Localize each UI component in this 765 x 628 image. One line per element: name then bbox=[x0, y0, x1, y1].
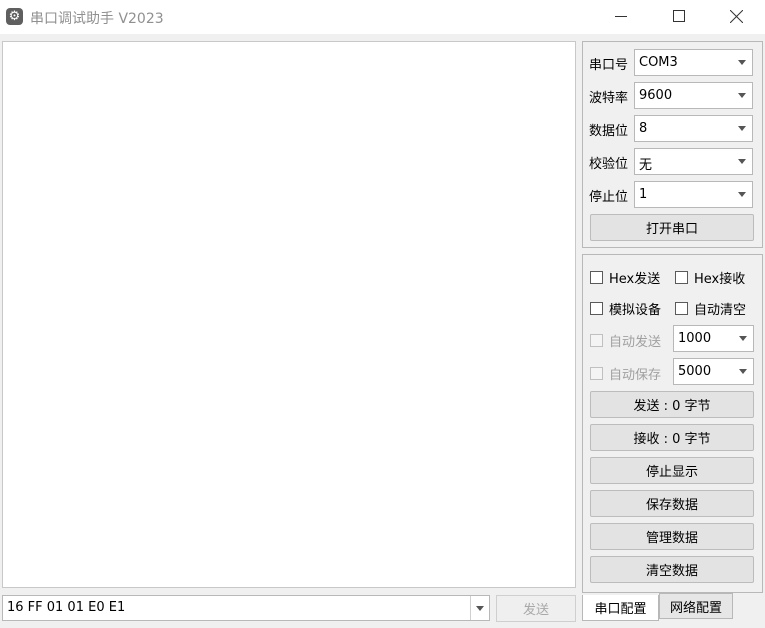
auto-save-checkbox[interactable]: 自动保存 bbox=[590, 364, 661, 383]
baud-select-value: 9600 bbox=[639, 88, 673, 103]
data-bits-select[interactable]: 8 bbox=[634, 115, 753, 142]
port-label: 串口号 bbox=[589, 58, 629, 73]
baud-select[interactable]: 9600 bbox=[634, 82, 753, 109]
port-select[interactable]: COM3 bbox=[634, 49, 753, 76]
hex-receive-label: Hex接收 bbox=[694, 272, 746, 287]
title-bar: ⚙ 串口调试助手 V2023 bbox=[0, 0, 765, 34]
chevron-down-icon bbox=[733, 326, 753, 351]
auto-save-interval-select[interactable]: 5000 bbox=[673, 358, 754, 385]
sent-count-button[interactable]: 发送 : 0 字节 bbox=[590, 391, 754, 418]
send-input-value: 16 FF 01 01 E0 E1 bbox=[7, 600, 126, 615]
auto-save-interval-value: 5000 bbox=[678, 364, 712, 379]
save-data-button[interactable]: 保存数据 bbox=[590, 490, 754, 517]
checkbox-box bbox=[675, 271, 688, 284]
tab-network-config[interactable]: 网络配置 bbox=[659, 593, 733, 619]
port-select-value: COM3 bbox=[639, 55, 678, 70]
simulate-device-label: 模拟设备 bbox=[609, 303, 662, 318]
hex-send-label: Hex发送 bbox=[609, 272, 661, 287]
parity-select-value: 无 bbox=[639, 158, 653, 173]
receive-text-area[interactable] bbox=[2, 41, 576, 588]
simulate-device-checkbox[interactable]: 模拟设备 bbox=[590, 299, 661, 318]
close-button[interactable] bbox=[707, 0, 765, 32]
window-title: 串口调试助手 V2023 bbox=[30, 11, 164, 27]
auto-send-interval-value: 1000 bbox=[678, 331, 712, 346]
checkbox-box bbox=[590, 271, 603, 284]
data-bits-label: 数据位 bbox=[589, 124, 629, 139]
auto-clear-checkbox[interactable]: 自动清空 bbox=[675, 299, 746, 318]
checkbox-box bbox=[590, 302, 603, 315]
parity-label: 校验位 bbox=[589, 157, 629, 172]
chevron-down-icon[interactable] bbox=[470, 596, 489, 620]
checkbox-box bbox=[590, 367, 603, 380]
gear-icon: ⚙ bbox=[6, 8, 23, 25]
stop-display-button[interactable]: 停止显示 bbox=[590, 457, 754, 484]
checkbox-box bbox=[675, 302, 688, 315]
chevron-down-icon bbox=[732, 182, 752, 207]
stop-bits-select-value: 1 bbox=[639, 187, 648, 202]
maximize-icon bbox=[673, 10, 685, 22]
chevron-down-icon bbox=[732, 83, 752, 108]
baud-label: 波特率 bbox=[589, 91, 629, 106]
tab-serial-config[interactable]: 串口配置 bbox=[582, 595, 659, 621]
auto-clear-label: 自动清空 bbox=[694, 303, 747, 318]
chevron-down-icon bbox=[732, 149, 752, 174]
hex-receive-checkbox[interactable]: Hex接收 bbox=[675, 268, 745, 287]
checkbox-box bbox=[590, 334, 603, 347]
send-button[interactable]: 发送 bbox=[496, 595, 576, 622]
stop-bits-select[interactable]: 1 bbox=[634, 181, 753, 208]
auto-send-label: 自动发送 bbox=[609, 335, 662, 350]
data-bits-select-value: 8 bbox=[639, 121, 648, 136]
chevron-down-icon bbox=[733, 359, 753, 384]
clear-data-button[interactable]: 清空数据 bbox=[590, 556, 754, 583]
auto-send-interval-select[interactable]: 1000 bbox=[673, 325, 754, 352]
stop-bits-label: 停止位 bbox=[589, 190, 629, 205]
manage-data-button[interactable]: 管理数据 bbox=[590, 523, 754, 550]
chevron-down-icon bbox=[732, 116, 752, 141]
received-count-button[interactable]: 接收 : 0 字节 bbox=[590, 424, 754, 451]
auto-save-label: 自动保存 bbox=[609, 368, 662, 383]
open-port-button[interactable]: 打开串口 bbox=[590, 214, 754, 241]
send-input[interactable]: 16 FF 01 01 E0 E1 bbox=[2, 595, 490, 621]
close-icon bbox=[729, 9, 743, 23]
parity-select[interactable]: 无 bbox=[634, 148, 753, 175]
minimize-button[interactable] bbox=[592, 0, 650, 32]
chevron-down-icon bbox=[732, 50, 752, 75]
minimize-icon bbox=[615, 16, 627, 17]
maximize-button[interactable] bbox=[650, 0, 708, 32]
hex-send-checkbox[interactable]: Hex发送 bbox=[590, 268, 660, 287]
auto-send-checkbox[interactable]: 自动发送 bbox=[590, 331, 661, 350]
